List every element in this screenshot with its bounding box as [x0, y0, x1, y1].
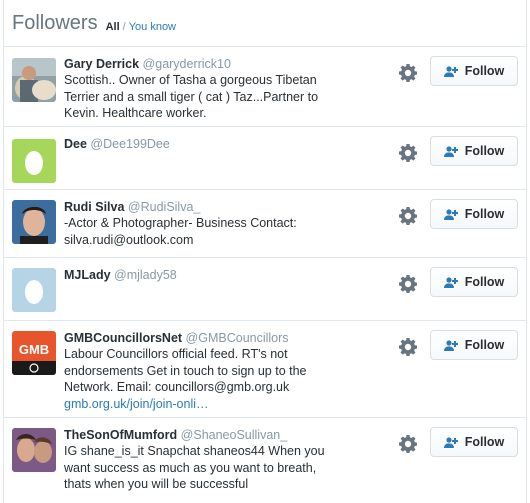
follow-button-label: Follow [464, 207, 505, 221]
follow-button-label: Follow [464, 64, 505, 78]
user-fullname[interactable]: Gary Derrick [64, 57, 139, 71]
follower-row-gmbcouncillorsnet: GMB GMBCouncillorsNet @GMBCouncillors La… [4, 321, 526, 418]
gear-icon[interactable] [399, 207, 417, 225]
gear-icon[interactable] [399, 144, 417, 162]
filter-you-know[interactable]: You know [129, 21, 176, 33]
user-handle[interactable]: @ShaneoSullivan_ [181, 428, 288, 442]
follow-person-icon [443, 277, 458, 288]
user-fullname[interactable]: TheSonOfMumford [64, 428, 177, 442]
follow-button-label: Follow [464, 275, 505, 289]
gear-icon[interactable] [399, 435, 417, 453]
svg-text:GMB: GMB [19, 342, 49, 357]
follow-button[interactable]: Follow [430, 267, 518, 297]
follower-row-thesonofmumford: TheSonOfMumford @ShaneoSullivan_ IG shan… [4, 418, 526, 500]
follow-button[interactable]: Follow [430, 136, 518, 166]
user-bio-line: endorsements Get in touch to sign up to … [64, 363, 307, 378]
user-info: Rudi Silva @RudiSilva_ -Actor & Photogra… [64, 199, 344, 248]
user-bio-line: silva.rudi@outlook.com [64, 232, 194, 247]
user-info: GMBCouncillorsNet @GMBCouncillors Labour… [64, 330, 344, 412]
user-bio-line: Network. Email: councillors@gmb.org.uk [64, 380, 290, 394]
follower-row-dee: Dee @Dee199Dee Follow [4, 127, 526, 190]
user-bio-link[interactable]: gmb.org.uk/join/join-onli… [64, 396, 344, 413]
filter-separator: / [122, 20, 126, 33]
avatar[interactable] [12, 58, 56, 102]
user-bio-line: IG shane_is_it Snapchat shaneos44 When y… [64, 444, 325, 458]
follower-row-rudi-silva: Rudi Silva @RudiSilva_ -Actor & Photogra… [4, 190, 526, 258]
followers-panel: Followers All / You know Gary Derrick @gar… [3, 0, 527, 503]
follow-button[interactable]: Follow [430, 427, 518, 457]
user-info: Dee @Dee199Dee [64, 136, 344, 152]
user-bio-line: Kevin. Healthcare worker. [64, 106, 207, 120]
user-bio-line: Labour Councillors official feed. RT's n… [64, 347, 288, 361]
user-info: Gary Derrick @garyderrick10 Scottish.. O… [64, 56, 344, 122]
gear-icon[interactable] [399, 275, 417, 293]
user-handle[interactable]: @mjlady58 [114, 268, 177, 282]
follow-person-icon [443, 437, 458, 448]
user-fullname[interactable]: Dee [64, 137, 87, 151]
follow-button[interactable]: Follow [430, 199, 518, 229]
panel-header: Followers All / You know [4, 0, 526, 47]
follower-row-mjlady: MJLady @mjlady58 Follow [4, 258, 526, 321]
user-bio-line: want success as much as you want to brea… [64, 460, 317, 475]
follow-button-label: Follow [464, 435, 505, 449]
user-bio-line: Scottish.. Owner of Tasha a gorgeous Tib… [64, 73, 317, 87]
user-fullname[interactable]: MJLady [64, 268, 111, 282]
page-title: Followers [12, 11, 98, 34]
user-handle[interactable]: @RudiSilva_ [128, 200, 200, 214]
user-bio-line: Terrier and a small tiger ( cat ) Taz...… [64, 89, 319, 104]
gear-icon[interactable] [399, 338, 417, 356]
follow-button[interactable]: Follow [430, 330, 518, 360]
user-info: TheSonOfMumford @ShaneoSullivan_ IG shan… [64, 427, 344, 493]
avatar[interactable]: GMB [12, 331, 56, 375]
avatar[interactable] [12, 428, 56, 472]
avatar[interactable] [12, 200, 56, 244]
follow-person-icon [443, 66, 458, 77]
gear-icon[interactable] [399, 64, 417, 82]
user-bio-line: -Actor & Photographer- Business Contact: [64, 216, 297, 230]
user-info: MJLady @mjlady58 [64, 267, 344, 283]
user-handle[interactable]: @GMBCouncillors [186, 331, 289, 345]
follow-person-icon [443, 209, 458, 220]
avatar[interactable] [12, 139, 56, 183]
follow-button[interactable]: Follow [430, 56, 518, 86]
follow-person-icon [443, 146, 458, 157]
user-fullname[interactable]: Rudi Silva [64, 200, 124, 214]
user-bio-line: thats when you will be successful [64, 477, 249, 491]
user-handle[interactable]: @garyderrick10 [143, 57, 231, 71]
follower-row-gary-derrick: Gary Derrick @garyderrick10 Scottish.. O… [4, 47, 526, 127]
follow-button-label: Follow [464, 144, 505, 158]
filter-links: All / You know [106, 21, 176, 33]
follow-button-label: Follow [464, 338, 505, 352]
filter-all[interactable]: All [106, 21, 120, 33]
user-handle[interactable]: @Dee199Dee [90, 137, 169, 151]
avatar[interactable] [12, 268, 56, 312]
user-fullname[interactable]: GMBCouncillorsNet [64, 331, 182, 345]
follow-person-icon [443, 340, 458, 351]
